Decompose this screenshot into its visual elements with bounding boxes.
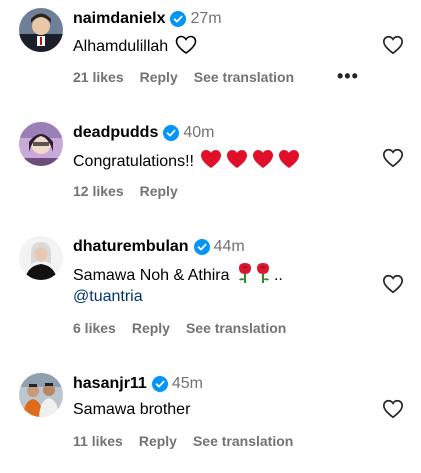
- see-translation-button[interactable]: See translation: [194, 69, 294, 85]
- white-heart-emoji-icon: [175, 35, 197, 62]
- username[interactable]: hasanjr11: [73, 375, 147, 393]
- like-heart-icon[interactable]: [382, 147, 404, 169]
- comment-text-content: Congratulations!!: [73, 153, 194, 170]
- mention-link[interactable]: @tuantria: [73, 286, 143, 308]
- likes-count[interactable]: 11 likes: [73, 433, 123, 449]
- see-translation-button[interactable]: See translation: [186, 320, 286, 336]
- more-options-icon[interactable]: •••: [337, 66, 359, 87]
- likes-count[interactable]: 6 likes: [73, 320, 116, 336]
- comment-meta: 21 likes Reply See translation: [73, 69, 310, 85]
- comment-text: Samawa brother: [73, 399, 190, 421]
- reply-button[interactable]: Reply: [140, 183, 178, 199]
- comment-text-content: Alhamdulillah: [73, 38, 169, 55]
- comment-meta: 11 likes Reply See translation: [73, 433, 309, 449]
- reply-button[interactable]: Reply: [140, 69, 178, 85]
- timestamp: 27m: [190, 10, 222, 27]
- username[interactable]: deadpudds: [73, 124, 158, 142]
- reply-button[interactable]: Reply: [132, 320, 170, 336]
- comment-header: dhaturembulan 44m: [73, 236, 245, 258]
- avatar[interactable]: [19, 8, 63, 52]
- verified-badge-icon: [151, 376, 168, 392]
- like-heart-icon[interactable]: [382, 398, 404, 420]
- comment-text: Alhamdulillah: [73, 35, 197, 62]
- comment-meta: 12 likes Reply: [73, 183, 194, 199]
- timestamp: 44m: [213, 238, 245, 255]
- reply-button[interactable]: Reply: [139, 433, 177, 449]
- comment-header: hasanjr11 45m: [73, 373, 203, 395]
- avatar[interactable]: [19, 236, 63, 280]
- comment-text-content: Samawa Noh & Athira: [73, 267, 230, 284]
- comment-header: deadpudds 40m: [73, 122, 214, 144]
- comment-text: Congratulations!!: [73, 148, 300, 177]
- verified-badge-icon: [163, 125, 180, 141]
- verified-badge-icon: [193, 239, 210, 255]
- comment-header: naimdanielx 27m: [73, 8, 222, 30]
- likes-count[interactable]: 21 likes: [73, 69, 124, 85]
- username[interactable]: dhaturembulan: [73, 238, 189, 256]
- red-hearts-emoji-icon: [200, 148, 300, 177]
- like-heart-icon[interactable]: [382, 273, 404, 295]
- likes-count[interactable]: 12 likes: [73, 183, 124, 199]
- timestamp: 45m: [171, 375, 203, 392]
- comment-meta: 6 likes Reply See translation: [73, 320, 302, 336]
- username[interactable]: naimdanielx: [73, 10, 165, 28]
- comment-text-suffix: ..: [273, 267, 283, 284]
- rose-emoji-icon: [236, 262, 274, 291]
- verified-badge-icon: [170, 11, 187, 27]
- see-translation-button[interactable]: See translation: [193, 433, 293, 449]
- avatar[interactable]: [19, 373, 63, 417]
- like-heart-icon[interactable]: [382, 34, 404, 56]
- comment-text-content: Samawa brother: [73, 401, 191, 418]
- avatar[interactable]: [19, 122, 63, 166]
- timestamp: 40m: [183, 124, 215, 141]
